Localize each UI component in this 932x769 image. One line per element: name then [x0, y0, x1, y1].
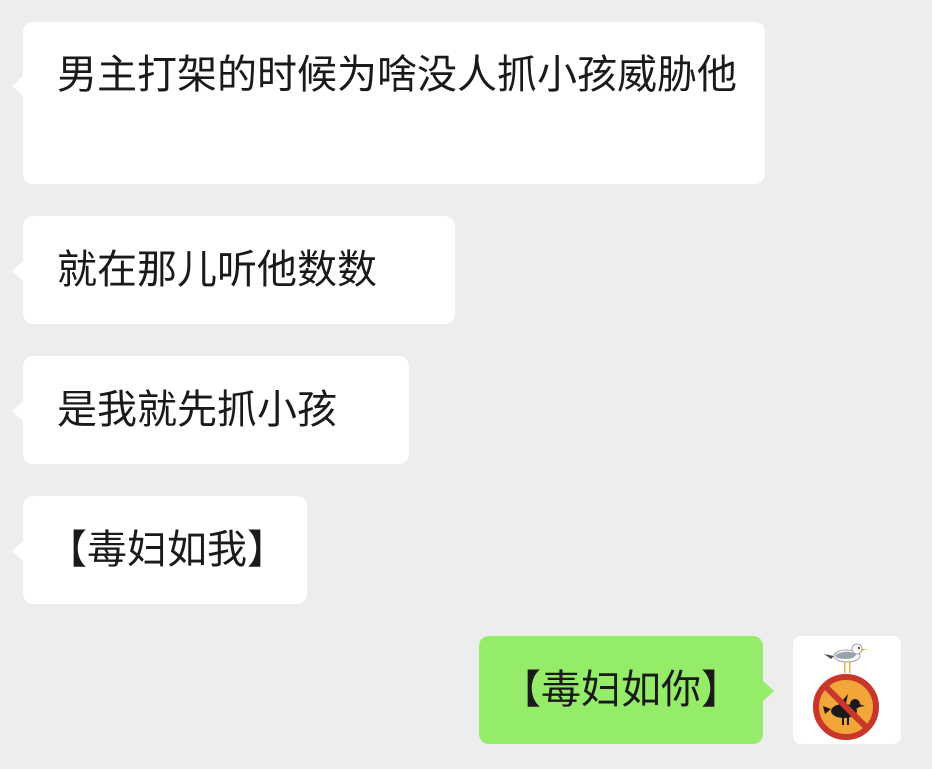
bubble-tail [12, 540, 24, 562]
message-text: 男主打架的时候为啥没人抓小孩威胁他 [57, 52, 737, 98]
message-text: 【毒妇如你】 [501, 667, 741, 713]
message-bubble-received[interactable]: 是我就先抓小孩 [12, 356, 409, 464]
message-bubble-received[interactable]: 男主打架的时候为啥没人抓小孩威胁他 [12, 22, 765, 184]
no-seagull-sign-icon [813, 643, 879, 740]
bubble-tail [12, 260, 24, 282]
bubble-tail [12, 75, 24, 97]
bubble-tail [762, 680, 774, 702]
message-bubble-received[interactable]: 【毒妇如我】 [12, 496, 307, 604]
message-text: 【毒妇如我】 [47, 527, 287, 573]
message-bubble-sent[interactable]: 【毒妇如你】 [479, 636, 774, 744]
user-avatar[interactable] [793, 636, 901, 744]
message-text: 是我就先抓小孩 [57, 387, 337, 433]
bubble-tail [12, 400, 24, 422]
message-text: 就在那儿听他数数 [57, 247, 377, 293]
seagull [824, 643, 868, 673]
message-bubble-received[interactable]: 就在那儿听他数数 [12, 216, 455, 324]
